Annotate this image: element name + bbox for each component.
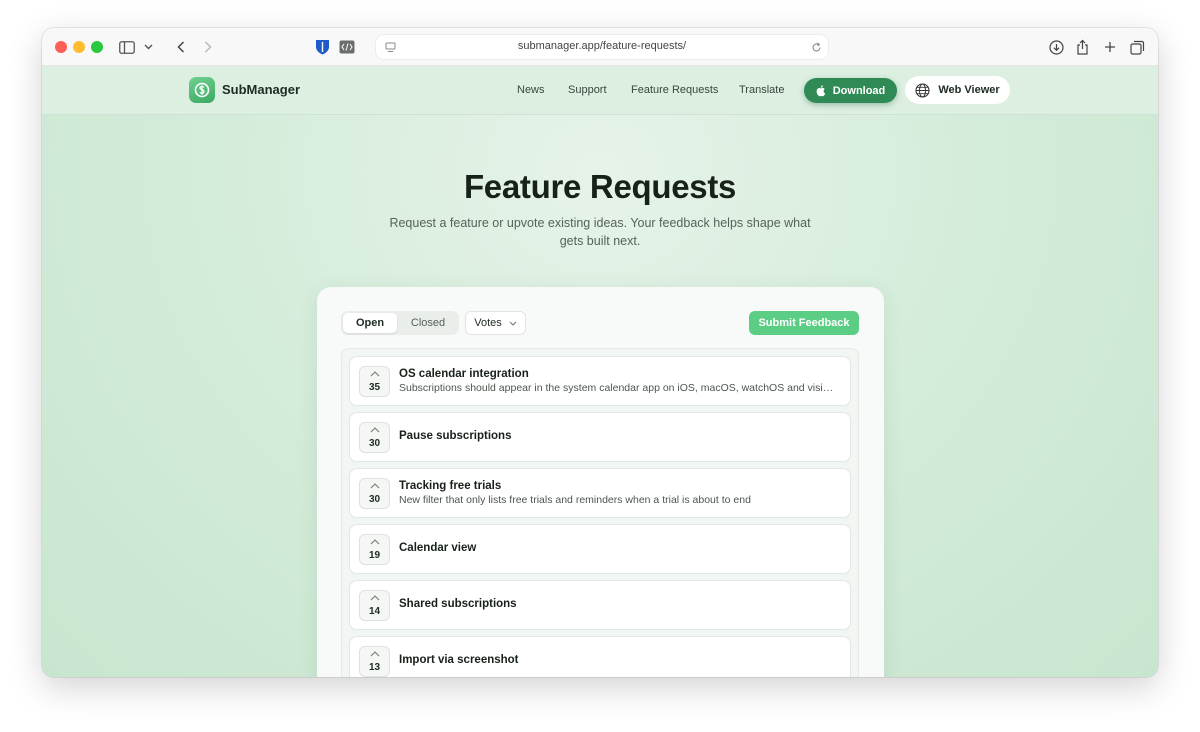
chevron-up-icon [370,651,380,657]
new-tab-icon[interactable] [1100,37,1120,57]
upvote-button[interactable]: 30 [359,422,390,453]
vote-count: 30 [368,438,381,449]
brand-name[interactable]: SubManager [222,82,300,97]
vote-count: 13 [368,662,381,673]
request-row[interactable]: 30 Pause subscriptions [349,412,851,462]
vote-count: 35 [368,382,381,393]
chevron-up-icon [370,595,380,601]
vote-count: 14 [368,606,381,617]
downloads-icon[interactable] [1046,37,1066,57]
tab-overview-icon[interactable] [1127,37,1147,57]
request-title: Pause subscriptions [399,430,512,442]
zoom-window-button[interactable] [91,41,103,53]
sidebar-icon[interactable] [117,37,137,57]
close-window-button[interactable] [55,41,67,53]
upvote-button[interactable]: 13 [359,646,390,677]
vote-count: 19 [368,550,381,561]
tab-closed[interactable]: Closed [399,313,457,333]
globe-icon [915,82,930,98]
request-list: 35 OS calendar integration Subscriptions… [341,348,859,677]
apple-icon [816,84,825,96]
forward-icon[interactable] [198,37,218,57]
submanager-logo-icon[interactable] [189,77,215,103]
nav-link-translate[interactable]: Translate [739,84,784,96]
upvote-button[interactable]: 19 [359,534,390,565]
upvote-button[interactable]: 14 [359,590,390,621]
web-viewer-button[interactable]: Web Viewer [905,76,1010,104]
chevron-up-icon [370,427,380,433]
code-extension-icon[interactable] [337,37,357,57]
reload-icon[interactable] [806,37,826,57]
browser-window: submanager.app/feature-requests/ SubMana… [42,28,1158,677]
nav-link-news[interactable]: News [517,84,545,96]
upvote-button[interactable]: 30 [359,478,390,509]
site-header: SubManager News Support Feature Requests… [42,66,1158,115]
chevron-up-icon [370,483,380,489]
chevron-up-icon [370,371,380,377]
request-title: Shared subscriptions [399,598,517,610]
back-icon[interactable] [171,37,191,57]
download-button[interactable]: Download [804,78,897,103]
web-viewer-label: Web Viewer [938,84,1000,96]
vote-count: 30 [368,494,381,505]
feature-board-card: Open Closed Votes Submit Feedback 35 OS … [317,287,884,677]
share-icon[interactable] [1072,37,1092,57]
request-row[interactable]: 19 Calendar view [349,524,851,574]
sort-dropdown[interactable]: Votes [465,311,526,335]
request-row[interactable]: 13 Import via screenshot [349,636,851,677]
nav-link-feature-requests[interactable]: Feature Requests [631,84,718,96]
submit-feedback-button[interactable]: Submit Feedback [749,311,859,335]
browser-toolbar: submanager.app/feature-requests/ [42,28,1158,66]
password-manager-extension-icon[interactable] [312,37,332,57]
request-title: Tracking free trials [399,480,502,492]
upvote-button[interactable]: 35 [359,366,390,397]
chevron-down-icon[interactable] [138,37,158,57]
minimize-window-button[interactable] [73,41,85,53]
page-subtitle: Request a feature or upvote existing ide… [389,216,811,248]
request-description: Subscriptions should appear in the syste… [399,382,839,394]
url-text: submanager.app/feature-requests/ [517,40,687,52]
chevron-up-icon [370,539,380,545]
chevron-down-icon [509,321,517,326]
request-row[interactable]: 35 OS calendar integration Subscriptions… [349,356,851,406]
page-title: Feature Requests [463,168,737,205]
request-title: Calendar view [399,542,477,554]
sort-label: Votes [474,317,502,329]
tab-open[interactable]: Open [343,313,397,333]
request-row[interactable]: 14 Shared subscriptions [349,580,851,630]
address-bar[interactable]: submanager.app/feature-requests/ [376,35,828,59]
status-filter: Open Closed [341,311,459,335]
request-title: Import via screenshot [399,654,519,666]
request-title: OS calendar integration [399,368,529,380]
request-row[interactable]: 30 Tracking free trials New filter that … [349,468,851,518]
nav-link-support[interactable]: Support [568,84,607,96]
download-label: Download [832,84,886,97]
request-description: New filter that only lists free trials a… [399,494,751,506]
